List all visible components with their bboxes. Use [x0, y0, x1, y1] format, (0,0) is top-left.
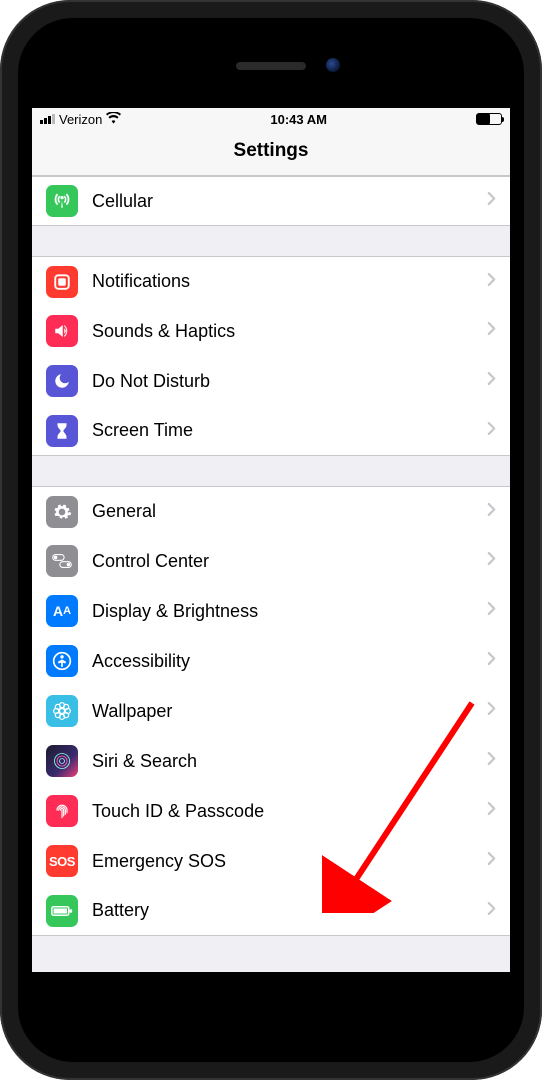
row-label: Accessibility: [92, 651, 487, 672]
settings-row-wallpaper[interactable]: Wallpaper: [32, 686, 510, 736]
speaker-icon: [46, 315, 78, 347]
chevron-right-icon: [487, 371, 496, 391]
page-title: Settings: [32, 140, 510, 162]
settings-row-touchid[interactable]: Touch ID & Passcode: [32, 786, 510, 836]
carrier-label: Verizon: [59, 112, 102, 127]
clock: 10:43 AM: [270, 112, 327, 127]
wifi-icon: [106, 112, 121, 127]
status-bar: Verizon 10:43 AM: [32, 108, 510, 130]
row-label: Do Not Disturb: [92, 371, 487, 392]
moon-icon: [46, 365, 78, 397]
battery-status-icon: [476, 113, 502, 125]
battery-icon: [46, 895, 78, 927]
speaker-grille: [236, 62, 306, 70]
settings-row-notifications[interactable]: Notifications: [32, 256, 510, 306]
settings-group: Cellular: [32, 176, 510, 226]
chevron-right-icon: [487, 551, 496, 571]
chevron-right-icon: [487, 321, 496, 341]
chevron-right-icon: [487, 502, 496, 522]
row-label: Display & Brightness: [92, 601, 487, 622]
sos-icon: SOS: [46, 845, 78, 877]
fingerprint-icon: [46, 795, 78, 827]
chevron-right-icon: [487, 801, 496, 821]
notifications-icon: [46, 266, 78, 298]
chevron-right-icon: [487, 601, 496, 621]
screen: Verizon 10:43 AM Settings Cellular Notifi…: [32, 108, 510, 972]
row-label: Emergency SOS: [92, 851, 487, 872]
siri-icon: [46, 745, 78, 777]
row-label: Siri & Search: [92, 751, 487, 772]
phone-bezel: Verizon 10:43 AM Settings Cellular Notifi…: [18, 18, 524, 1062]
chevron-right-icon: [487, 651, 496, 671]
text-size-icon: AA: [46, 595, 78, 627]
chevron-right-icon: [487, 272, 496, 292]
settings-row-accessibility[interactable]: Accessibility: [32, 636, 510, 686]
settings-list: Cellular Notifications Sounds & Haptics Do …: [32, 176, 510, 972]
settings-row-screentime[interactable]: Screen Time: [32, 406, 510, 456]
row-label: General: [92, 501, 487, 522]
row-label: Touch ID & Passcode: [92, 801, 487, 822]
chevron-right-icon: [487, 191, 496, 211]
phone-frame: Verizon 10:43 AM Settings Cellular Notifi…: [0, 0, 542, 1080]
settings-group: Notifications Sounds & Haptics Do Not Dist…: [32, 256, 510, 456]
accessibility-icon: [46, 645, 78, 677]
chevron-right-icon: [487, 901, 496, 921]
settings-row-battery[interactable]: Battery: [32, 886, 510, 936]
row-label: Cellular: [92, 191, 487, 212]
chevron-right-icon: [487, 851, 496, 871]
chevron-right-icon: [487, 701, 496, 721]
row-label: Control Center: [92, 551, 487, 572]
antenna-icon: [46, 185, 78, 217]
settings-row-siri[interactable]: Siri & Search: [32, 736, 510, 786]
front-camera: [326, 58, 340, 72]
row-label: Wallpaper: [92, 701, 487, 722]
settings-row-cellular[interactable]: Cellular: [32, 176, 510, 226]
row-label: Notifications: [92, 271, 487, 292]
chevron-right-icon: [487, 421, 496, 441]
nav-header: Settings: [32, 130, 510, 176]
settings-row-control-center[interactable]: Control Center: [32, 536, 510, 586]
row-label: Sounds & Haptics: [92, 321, 487, 342]
settings-row-dnd[interactable]: Do Not Disturb: [32, 356, 510, 406]
row-label: Battery: [92, 900, 487, 921]
chevron-right-icon: [487, 751, 496, 771]
settings-row-sounds[interactable]: Sounds & Haptics: [32, 306, 510, 356]
flower-icon: [46, 695, 78, 727]
cellular-signal-icon: [40, 114, 55, 124]
row-label: Screen Time: [92, 420, 487, 441]
gear-icon: [46, 496, 78, 528]
settings-row-general[interactable]: General: [32, 486, 510, 536]
hourglass-icon: [46, 415, 78, 447]
settings-row-display[interactable]: AA Display & Brightness: [32, 586, 510, 636]
settings-group: General Control Center AA Display & Brightn…: [32, 486, 510, 936]
toggles-icon: [46, 545, 78, 577]
settings-row-sos[interactable]: SOS Emergency SOS: [32, 836, 510, 886]
